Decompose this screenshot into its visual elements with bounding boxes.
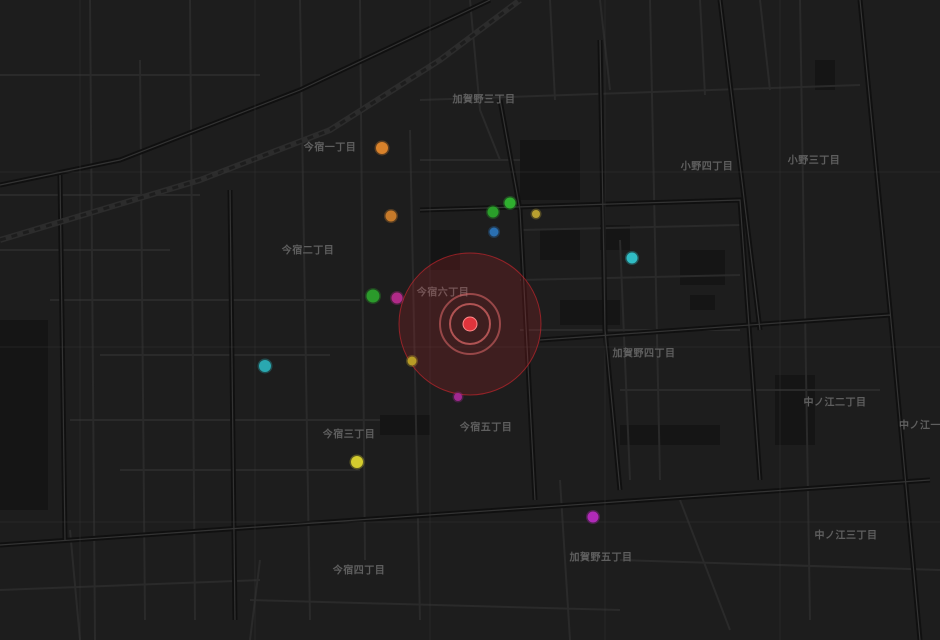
map-canvas[interactable]: 加賀野三丁目 今宿一丁目 小野四丁目 小野三丁目 今宿二丁目 今宿六丁目 加賀野… [0, 0, 940, 640]
district-label: 今宿四丁目 [332, 565, 386, 577]
poi-yellow-2-marker[interactable] [407, 356, 417, 366]
poi-magenta-2-marker[interactable] [454, 393, 462, 401]
poi-orange-2-marker[interactable] [385, 210, 397, 222]
poi-magenta-3-marker[interactable] [587, 511, 599, 523]
district-label: 今宿五丁目 [459, 422, 513, 434]
district-label: 今宿一丁目 [303, 142, 357, 154]
poi-cyan-1-marker[interactable] [626, 252, 638, 264]
district-label: 今宿六丁目 [416, 287, 470, 299]
poi-blue-1-marker[interactable] [489, 227, 499, 237]
district-label: 加賀野五丁目 [569, 552, 633, 564]
poi-yellow-1-marker[interactable] [532, 210, 540, 218]
district-label: 中ノ江一 [899, 420, 940, 432]
poi-cyan-2-marker[interactable] [259, 360, 271, 372]
district-label: 加賀野四丁目 [612, 348, 676, 360]
poi-yellow-3-marker[interactable] [351, 456, 363, 468]
district-label: 小野三丁目 [787, 155, 841, 167]
district-label: 今宿二丁目 [281, 245, 335, 257]
district-label: 今宿三丁目 [322, 429, 376, 441]
poi-green-3-marker[interactable] [366, 289, 380, 303]
district-label: 中ノ江二丁目 [803, 397, 867, 409]
district-label: 加賀野三丁目 [452, 94, 516, 106]
district-label: 中ノ江三丁目 [814, 530, 878, 542]
poi-green-2-marker[interactable] [487, 206, 499, 218]
poi-magenta-1-marker[interactable] [391, 292, 403, 304]
poi-orange-1-marker[interactable] [376, 142, 388, 154]
district-label: 小野四丁目 [680, 161, 734, 173]
poi-green-1-marker[interactable] [504, 197, 516, 209]
focus-marker[interactable] [462, 316, 478, 332]
